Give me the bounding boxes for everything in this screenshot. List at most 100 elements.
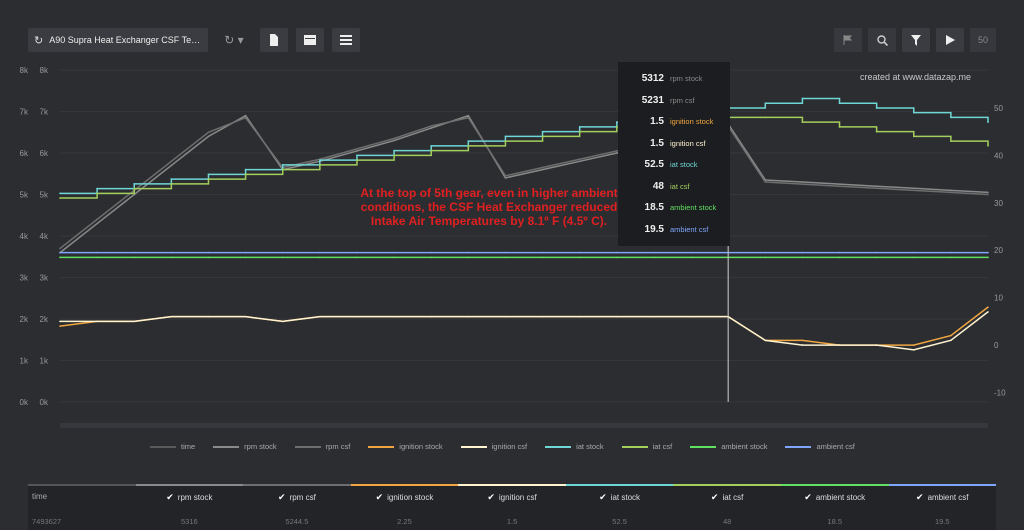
data-point — [987, 191, 989, 194]
data-point — [801, 97, 804, 100]
data-point — [541, 315, 544, 318]
table-column[interactable]: time 7493627 — [28, 484, 136, 530]
tooltip-row: 48 iat csf — [626, 176, 722, 198]
data-point — [578, 251, 581, 254]
data-point — [504, 175, 507, 177]
data-point — [838, 102, 841, 104]
legend-swatch — [294, 445, 321, 448]
table-column[interactable]: ✔ ambient csf 19.5 — [888, 484, 997, 530]
data-point — [801, 256, 804, 259]
tooltip-value: 52.5 — [644, 159, 664, 171]
data-point — [319, 159, 321, 161]
data-point — [950, 140, 952, 142]
data-point — [393, 256, 395, 259]
data-point — [207, 135, 210, 138]
table-column[interactable]: ✔ ignition csf 1.5 — [458, 484, 566, 530]
legend-label: time — [181, 442, 196, 451]
data-point — [430, 127, 433, 129]
left-tick-label: 0k — [40, 398, 49, 407]
tooltip-label: rpm stock — [670, 74, 703, 84]
annotation: At the top of 5th gear, even in higher a… — [360, 186, 618, 228]
legend-label: ignition stock — [399, 442, 443, 451]
data-point — [690, 256, 692, 259]
data-point — [59, 192, 61, 195]
data-point — [467, 140, 470, 142]
check-icon[interactable]: ✔ — [487, 492, 495, 503]
legend-item[interactable]: ignition stock — [368, 442, 443, 451]
data-point — [59, 320, 61, 323]
data-point — [356, 154, 358, 157]
check-icon[interactable]: ✔ — [376, 492, 384, 503]
table-column[interactable]: ✔ rpm stock 5316 — [135, 484, 244, 530]
data-point — [653, 251, 655, 254]
data-point — [133, 187, 136, 190]
tooltip-value: 18.5 — [644, 202, 664, 214]
data-point — [356, 150, 358, 152]
data-point — [875, 107, 878, 109]
column-label: rpm csf — [289, 493, 316, 502]
column-header: ✔ rpm stock — [140, 492, 240, 503]
data-point — [875, 185, 878, 187]
column-label: ambient csf — [927, 493, 969, 502]
data-point — [319, 164, 321, 166]
data-point — [801, 121, 804, 123]
table-column[interactable]: ✔ ignition stock 2.25 — [350, 484, 459, 530]
legend-swatch — [150, 445, 176, 448]
legend-item[interactable]: rpm csf — [294, 442, 350, 451]
legend-item[interactable]: ambient stock — [690, 442, 767, 451]
data-point — [912, 344, 915, 346]
check-icon[interactable]: ✔ — [278, 492, 286, 503]
data-point — [59, 256, 61, 259]
tooltip-row: 52.5 iat stock — [626, 154, 722, 176]
check-icon[interactable]: ✔ — [804, 492, 812, 503]
table-column[interactable]: ✔ rpm csf 5244.5 — [243, 484, 351, 530]
data-point — [96, 256, 98, 259]
data-point — [950, 339, 952, 342]
data-point — [207, 178, 210, 180]
table-column[interactable]: ✔ ambient stock 18.5 — [780, 484, 889, 530]
scrollbar-track[interactable] — [60, 423, 988, 428]
left-tick-label: 1k — [40, 357, 49, 366]
data-point — [578, 130, 581, 133]
column-value: 5316 — [181, 517, 198, 526]
data-point — [170, 315, 173, 318]
data-point — [430, 251, 433, 254]
data-point — [912, 111, 915, 114]
right-tick-label: 0 — [994, 341, 999, 350]
left-tick-label: 8k — [20, 66, 29, 75]
legend-item[interactable]: ambient csf — [785, 442, 855, 451]
table-column[interactable]: ✔ iat stock 52.5 — [565, 484, 674, 530]
data-point — [764, 251, 767, 254]
legend-swatch — [621, 445, 648, 448]
tooltip-row: 5231 rpm csf — [626, 90, 722, 112]
data-point — [616, 315, 618, 318]
legend-item[interactable]: ignition csf — [460, 442, 527, 451]
legend-item[interactable]: rpm stock — [213, 442, 277, 451]
data-point — [133, 320, 136, 323]
data-point — [987, 145, 989, 147]
data-point — [207, 131, 210, 134]
legend-item[interactable]: time — [150, 442, 195, 451]
data-point — [244, 168, 247, 171]
check-icon[interactable]: ✔ — [916, 492, 924, 503]
data-point — [207, 315, 210, 318]
series-line-iat-stock — [60, 97, 989, 195]
data-point — [133, 256, 136, 259]
legend-item[interactable]: iat csf — [621, 442, 672, 451]
check-icon[interactable]: ✔ — [166, 492, 174, 503]
data-point — [96, 192, 98, 195]
check-icon[interactable]: ✔ — [711, 492, 719, 503]
check-icon[interactable]: ✔ — [599, 492, 607, 503]
legend-label: ambient stock — [721, 442, 768, 451]
data-point — [244, 114, 247, 117]
column-label: rpm stock — [177, 493, 213, 502]
table-column[interactable]: ✔ iat csf 48 — [673, 484, 781, 530]
legend-swatch — [213, 445, 240, 448]
legend-swatch — [690, 445, 717, 448]
data-point — [319, 251, 321, 254]
column-header: time — [32, 492, 132, 501]
legend-item[interactable]: iat stock — [545, 442, 604, 451]
left-tick-label: 3k — [20, 274, 29, 283]
data-point — [950, 116, 952, 119]
data-point — [281, 251, 284, 254]
